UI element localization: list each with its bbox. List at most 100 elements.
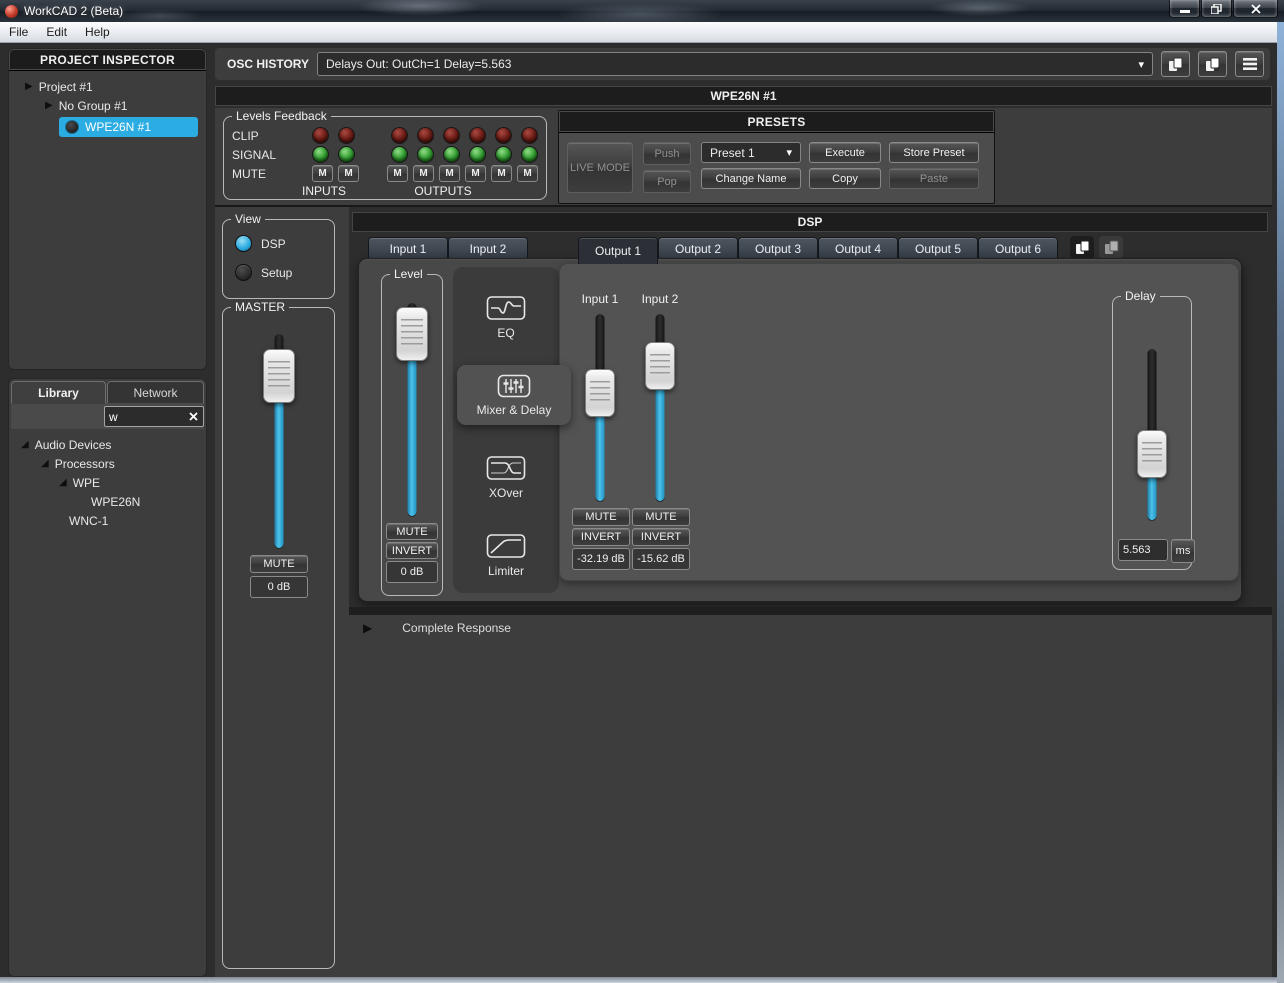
tree-item-project[interactable]: ▶ Project #1 [13, 77, 202, 96]
tab-mixer-delay[interactable]: Mixer & Delay [457, 365, 571, 425]
mute-output-button[interactable]: M [387, 165, 408, 182]
close-icon [1251, 4, 1261, 14]
input2-level-value[interactable]: -15.62 dB [632, 548, 690, 570]
input2-fader[interactable] [632, 314, 688, 502]
input1-fader[interactable] [572, 314, 628, 502]
clip-led-output [443, 127, 460, 144]
tree-item-audio-devices[interactable]: ◢ Audio Devices [13, 435, 202, 454]
level-mute-button[interactable]: MUTE [386, 523, 438, 540]
paste-icon [1104, 240, 1119, 255]
expander-icon[interactable]: ▶ [45, 101, 53, 111]
mute-input-button[interactable]: M [338, 165, 359, 182]
minimize-button[interactable] [1169, 0, 1200, 18]
osc-history-dropdown[interactable]: Delays Out: OutCh=1 Delay=5.563 ▾ [317, 52, 1153, 76]
paste-button[interactable]: Paste [889, 168, 979, 189]
copy-button[interactable]: Copy [809, 168, 881, 189]
window-bottom-border [0, 977, 1277, 983]
paste-channel-button[interactable] [1099, 236, 1123, 259]
view-title: View [231, 212, 265, 226]
tree-item-processors[interactable]: ◢ Processors [13, 454, 202, 473]
menu-help[interactable]: Help [76, 22, 119, 42]
expander-icon[interactable]: ▶ [25, 82, 33, 92]
tree-item-group[interactable]: ▶ No Group #1 [13, 96, 202, 115]
search-box[interactable] [104, 406, 204, 427]
radio-setup[interactable]: Setup [223, 253, 334, 282]
input1-mute-button[interactable]: MUTE [572, 508, 630, 526]
delay-unit-button[interactable]: ms [1171, 539, 1195, 563]
separator [349, 607, 1272, 615]
tree-item-wpe[interactable]: ◢ WPE [13, 473, 202, 492]
eq-icon [486, 295, 526, 321]
menu-edit[interactable]: Edit [37, 22, 76, 42]
delay-title: Delay [1121, 289, 1160, 303]
fader-handle[interactable] [1137, 430, 1167, 478]
mute-output-button[interactable]: M [413, 165, 434, 182]
change-name-button[interactable]: Change Name [701, 168, 801, 189]
osc-history-bar: OSC HISTORY Delays Out: OutCh=1 Delay=5.… [215, 48, 1270, 80]
expander-icon[interactable]: ▶ [363, 623, 372, 633]
search-input[interactable] [105, 410, 189, 424]
mixer-icon [497, 374, 531, 398]
view-group: View DSP Setup [222, 219, 335, 299]
clear-search-icon[interactable] [189, 412, 198, 421]
push-button[interactable]: Push [643, 142, 691, 165]
execute-button[interactable]: Execute [809, 142, 881, 163]
fader-handle[interactable] [263, 349, 295, 403]
store-preset-button[interactable]: Store Preset [889, 142, 979, 163]
mute-output-button[interactable]: M [517, 165, 538, 182]
master-level-value[interactable]: 0 dB [250, 576, 308, 598]
menu-button[interactable] [1235, 51, 1264, 77]
fader-handle[interactable] [585, 369, 615, 417]
restore-button[interactable] [1201, 0, 1232, 18]
pop-button[interactable]: Pop [643, 170, 691, 193]
preset-select[interactable]: Preset 1 ▾ [701, 142, 801, 163]
input1-level-value[interactable]: -32.19 dB [572, 548, 630, 570]
close-button[interactable] [1233, 0, 1278, 18]
tree-item-device-selected[interactable]: WPE26N #1 [59, 117, 198, 137]
live-mode-button[interactable]: LIVE MODE [567, 142, 633, 193]
tab-library[interactable]: Library [11, 381, 106, 404]
expander-icon[interactable]: ◢ [59, 478, 67, 488]
xover-icon [486, 455, 526, 481]
mixer-delay-panel: Input 1 MUTE INVERT -32.19 dB Input 2 [559, 263, 1239, 581]
tab-network[interactable]: Network [107, 381, 204, 404]
level-fader[interactable] [382, 303, 442, 517]
expander-icon[interactable]: ◢ [41, 459, 49, 469]
tab-eq[interactable]: EQ [453, 273, 559, 361]
expander-icon[interactable]: ◢ [21, 440, 29, 450]
restore-icon [1211, 4, 1222, 14]
fader-handle[interactable] [645, 342, 675, 390]
menu-file[interactable]: File [0, 22, 37, 42]
clip-led-output [417, 127, 434, 144]
tab-xover[interactable]: XOver [453, 433, 559, 521]
channel-label: Input 1 [572, 292, 628, 306]
radio-dsp-icon[interactable] [235, 235, 252, 252]
tree-item-wpe26n[interactable]: WPE26N [13, 492, 202, 511]
master-title: MASTER [231, 300, 289, 314]
input2-mute-button[interactable]: MUTE [632, 508, 690, 526]
delay-fader[interactable] [1113, 349, 1191, 521]
input1-invert-button[interactable]: INVERT [572, 528, 630, 546]
tree-item-wnc1[interactable]: WNC-1 [13, 511, 202, 530]
master-fader[interactable] [223, 334, 334, 549]
input2-invert-button[interactable]: INVERT [632, 528, 690, 546]
mute-output-button[interactable]: M [465, 165, 486, 182]
mute-input-button[interactable]: M [312, 165, 333, 182]
fader-handle[interactable] [396, 307, 428, 361]
copy-channel-button[interactable] [1070, 236, 1094, 259]
tab-limiter[interactable]: Limiter [453, 523, 559, 587]
copy-edit-log-button[interactable] [1198, 51, 1227, 77]
level-invert-button[interactable]: INVERT [386, 542, 438, 559]
mute-output-button[interactable]: M [439, 165, 460, 182]
delay-value-input[interactable] [1118, 539, 1168, 561]
complete-response-header[interactable]: ▶ Complete Response [349, 615, 1272, 635]
mute-output-button[interactable]: M [491, 165, 512, 182]
radio-setup-icon[interactable] [235, 264, 252, 281]
master-mute-button[interactable]: MUTE [250, 555, 308, 573]
tab-output-1[interactable]: Output 1 [578, 237, 658, 264]
clip-led-input [338, 127, 355, 144]
copy-log-button[interactable] [1161, 51, 1190, 77]
level-value[interactable]: 0 dB [386, 561, 438, 583]
master-group: MASTER MUTE 0 dB [222, 307, 335, 969]
clip-led-output [391, 127, 408, 144]
